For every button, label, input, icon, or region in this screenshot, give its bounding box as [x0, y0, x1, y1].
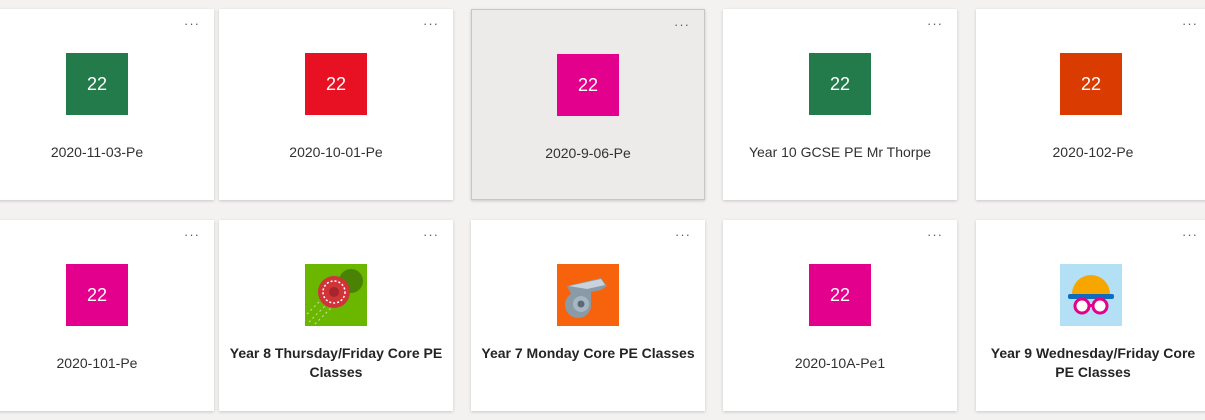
team-avatar-text: 22	[577, 74, 599, 95]
team-avatar-text: 22	[86, 284, 108, 305]
more-options-icon[interactable]: ···	[423, 17, 439, 31]
team-card[interactable]: ··· 22 2020-10-01-Pe	[219, 9, 453, 200]
whistle-icon	[557, 264, 619, 326]
more-options-icon[interactable]: ···	[184, 17, 200, 31]
team-avatar-text: 22	[325, 73, 347, 94]
team-avatar: 22	[1060, 53, 1122, 115]
team-card-selected[interactable]: ··· 22 2020-9-06-Pe	[471, 9, 705, 200]
team-card[interactable]: ··· 22 2020-102-Pe	[976, 9, 1205, 200]
team-avatar: 22	[66, 264, 128, 326]
team-card[interactable]: ··· Year 7 Monday Core PE Classes	[471, 220, 705, 411]
team-name: Year 8 Thursday/Friday Core PE Classes	[229, 345, 443, 380]
more-options-icon[interactable]: ···	[184, 228, 200, 242]
team-card[interactable]: ··· 22 2020-11-03-Pe	[0, 9, 214, 200]
team-card[interactable]: ··· 22 2020-10A-Pe1	[723, 220, 957, 411]
swim-goggles-icon	[1060, 264, 1122, 326]
team-name: Year 7 Monday Core PE Classes	[481, 345, 695, 361]
team-name: 2020-10A-Pe1	[794, 355, 886, 371]
team-avatar: 22	[305, 53, 367, 115]
more-options-icon[interactable]: ···	[927, 17, 943, 31]
more-options-icon[interactable]: ···	[674, 18, 690, 32]
team-name: 2020-9-06-Pe	[545, 145, 631, 161]
team-avatar: 22	[557, 54, 619, 116]
more-options-icon[interactable]: ···	[675, 228, 691, 242]
more-options-icon[interactable]: ···	[423, 228, 439, 242]
team-name: 2020-11-03-Pe	[50, 144, 144, 160]
team-card[interactable]: ··· 22 2020-101-Pe	[0, 220, 214, 411]
team-avatar: 22	[809, 264, 871, 326]
team-card[interactable]: ··· Year 9 Wednesday/Friday Core PE Clas…	[976, 220, 1205, 411]
team-avatar-text: 22	[86, 73, 108, 94]
team-name: Year 9 Wednesday/Friday Core PE Classes	[990, 345, 1196, 380]
team-avatar: 22	[66, 53, 128, 115]
team-avatar: 22	[809, 53, 871, 115]
teams-grid: ··· 22 2020-11-03-Pe ··· 22 2020-10-01-P…	[0, 0, 1205, 420]
team-name: 2020-101-Pe	[56, 355, 138, 371]
more-options-icon[interactable]: ···	[1182, 228, 1198, 242]
team-name: Year 10 GCSE PE Mr Thorpe	[748, 144, 932, 160]
team-avatar-text: 22	[829, 284, 851, 305]
team-card[interactable]: ··· 22 Year 10 GCSE PE Mr Thorpe	[723, 9, 957, 200]
team-name: 2020-102-Pe	[1052, 144, 1134, 160]
more-options-icon[interactable]: ···	[1182, 17, 1198, 31]
cricket-ball-icon	[305, 264, 367, 326]
team-avatar-text: 22	[829, 73, 851, 94]
team-avatar-text: 22	[1080, 73, 1102, 94]
more-options-icon[interactable]: ···	[927, 228, 943, 242]
team-card[interactable]: ··· Year 8 Thursday/Friday Core PE Class…	[219, 220, 453, 411]
team-name: 2020-10-01-Pe	[289, 144, 383, 160]
